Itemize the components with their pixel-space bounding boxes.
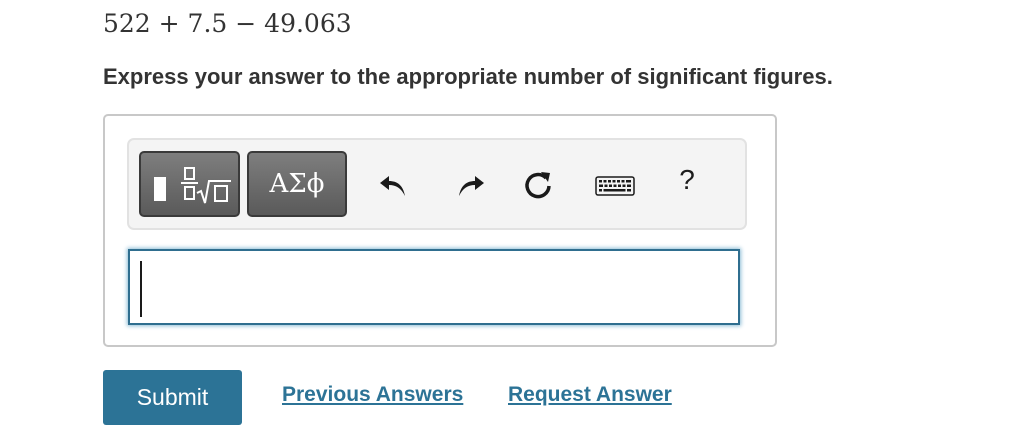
submit-button[interactable]: Submit (103, 370, 242, 425)
keyboard-icon[interactable] (595, 176, 635, 196)
templates-button[interactable] (139, 151, 240, 217)
answer-panel: ΑΣϕ ? (103, 114, 777, 347)
math-toolbar: ΑΣϕ ? (127, 138, 747, 230)
problem-instruction: Express your answer to the appropriate n… (103, 64, 833, 89)
text-caret (140, 261, 142, 317)
redo-arrow-icon[interactable] (455, 168, 489, 202)
greek-symbols-button[interactable]: ΑΣϕ (247, 151, 347, 217)
undo-arrow-icon[interactable] (375, 168, 409, 202)
templates-root-fraction-icon (154, 167, 231, 204)
help-icon[interactable]: ? (677, 164, 697, 198)
reset-circular-arrow-icon[interactable] (521, 168, 555, 202)
previous-answers-link[interactable]: Previous Answers (282, 383, 463, 407)
answer-input[interactable] (128, 249, 740, 325)
problem-expression: 522 + 7.5 − 49.063 (103, 9, 352, 38)
request-answer-link[interactable]: Request Answer (508, 383, 672, 407)
